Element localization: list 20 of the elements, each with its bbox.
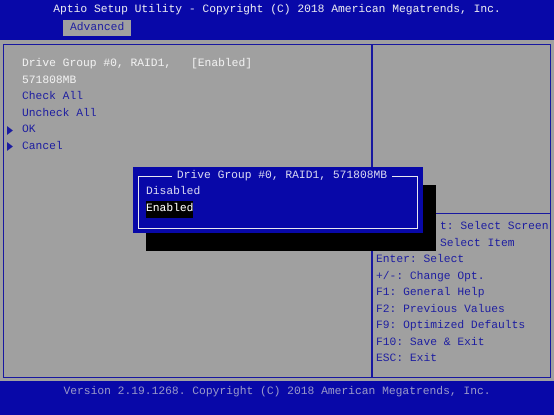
help-text: F2: Previous Values	[376, 302, 506, 318]
help-text: ESC: Exit	[376, 352, 438, 367]
help-text: F10: Save & Exit	[376, 336, 486, 350]
menu-tab[interactable]: Advanced	[63, 20, 132, 36]
popup-option[interactable]: Disabled	[146, 184, 200, 201]
help-text: F9: Optimized Defaults	[376, 318, 526, 334]
version-footer: Version 2.19.1268. Copyright (C) 2018 American Megatrends, Inc.	[63, 386, 491, 398]
submenu-link[interactable]: OK	[22, 122, 36, 138]
window-title: Aptio Setup Utility - Copyright (C) 2018 American Megatrends, Inc.	[52, 2, 502, 18]
setting-label: Drive Group #0, RAID1, 571808MB	[22, 56, 172, 88]
popup-title: Drive Group #0, RAID1, 571808MB	[176, 168, 388, 184]
submenu-link[interactable]: Cancel	[22, 138, 63, 155]
help-text: t: Select Screen	[439, 220, 550, 235]
popup-option[interactable]: Enabled	[146, 201, 194, 218]
menu-action[interactable]: Uncheck All	[22, 106, 97, 122]
help-text: Select Item	[439, 236, 516, 252]
help-text: F1: General Help	[376, 286, 486, 301]
help-text: +/-: Change Opt.	[376, 270, 486, 284]
menu-action[interactable]: Check All	[22, 89, 84, 106]
help-text: Enter: Select	[376, 252, 466, 268]
